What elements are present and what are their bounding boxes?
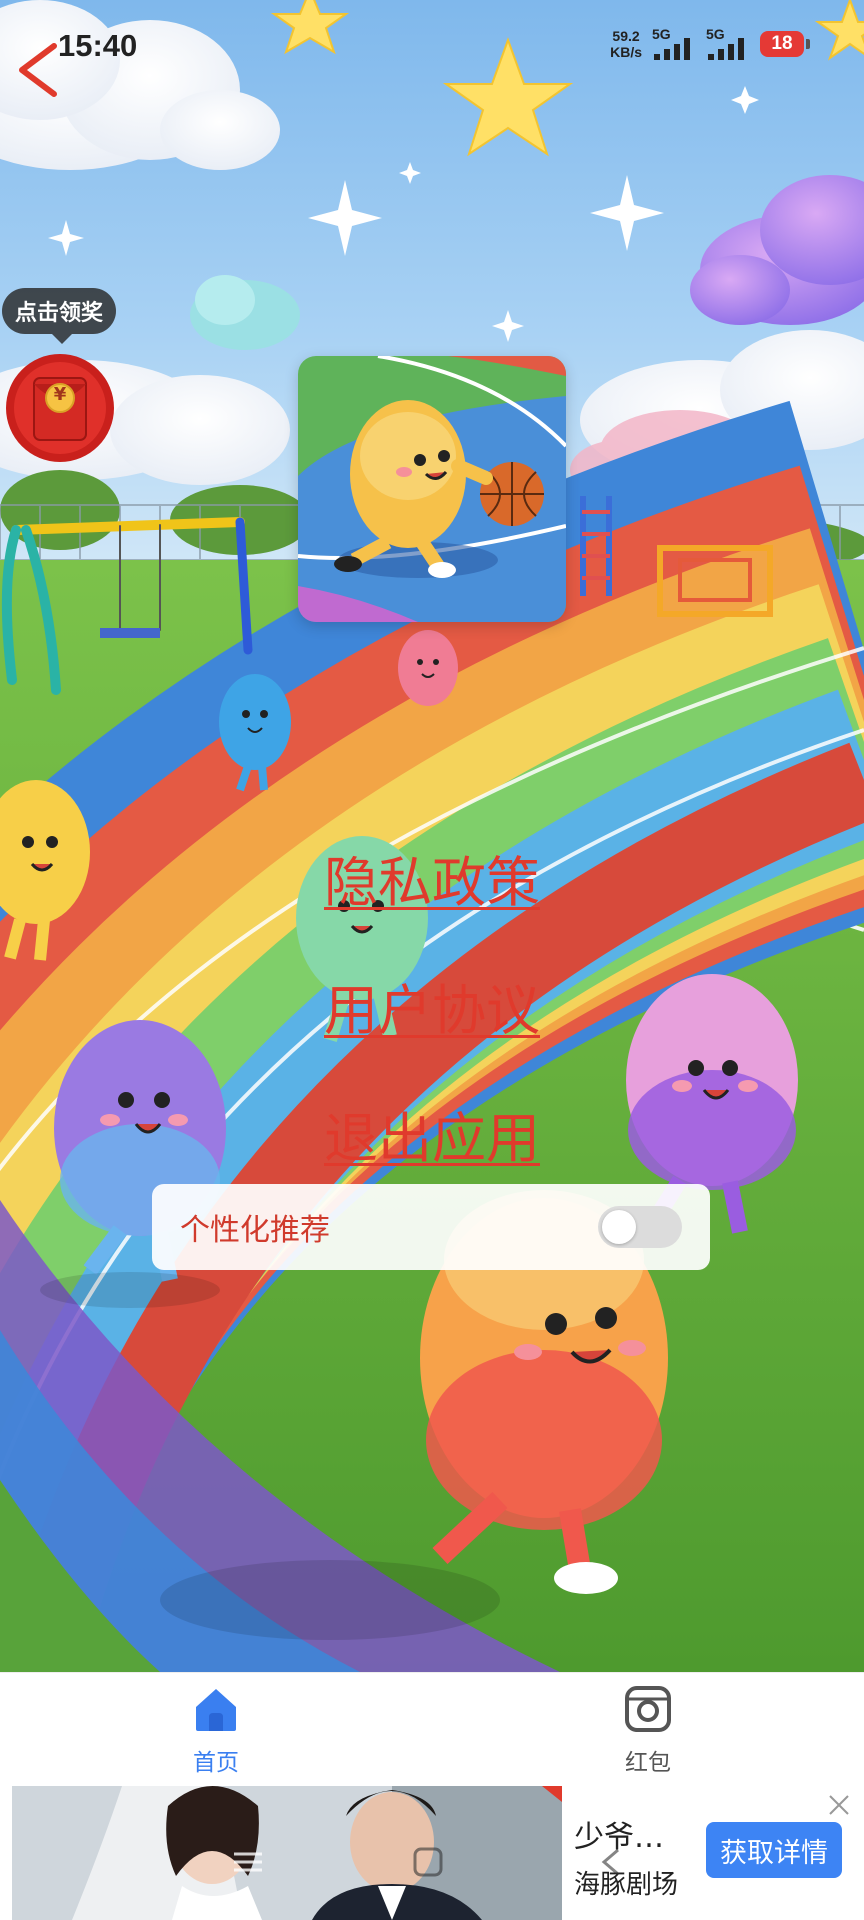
personalized-recommendation-toggle[interactable] bbox=[598, 1206, 682, 1248]
bottom-navigation: 首页 红包 bbox=[0, 1672, 864, 1787]
personalized-recommendation-row: 个性化推荐 bbox=[152, 1184, 710, 1270]
status-time: 15:40 bbox=[58, 28, 138, 63]
camera-icon bbox=[625, 1686, 671, 1732]
user-agreement-link[interactable]: 用户协议 bbox=[0, 966, 864, 1045]
red-envelope-button[interactable]: ¥ bbox=[4, 352, 116, 464]
coin-symbol: ¥ bbox=[53, 384, 67, 405]
tab-red-packet[interactable]: 红包 bbox=[578, 1683, 718, 1783]
reward-tooltip[interactable]: 点击领奖 bbox=[2, 288, 116, 344]
red-envelope-icon bbox=[6, 354, 114, 462]
privacy-policy-link[interactable]: 隐私政策 bbox=[0, 838, 864, 917]
personalized-recommendation-label: 个性化推荐 bbox=[180, 1213, 330, 1248]
close-icon[interactable] bbox=[826, 1792, 852, 1818]
battery-indicator: 18 bbox=[760, 31, 810, 57]
back-nav-icon[interactable] bbox=[596, 1846, 628, 1882]
tab-red-packet-label: 红包 bbox=[625, 1750, 671, 1776]
network-speed-value: 59.2 bbox=[612, 28, 640, 44]
ad-image[interactable] bbox=[12, 1786, 562, 1920]
tab-home-label: 首页 bbox=[193, 1750, 239, 1776]
ad-cta-button[interactable]: 获取详情 bbox=[706, 1822, 842, 1878]
network-speed-unit: KB/s bbox=[610, 44, 642, 60]
back-arrow-icon[interactable] bbox=[14, 38, 64, 102]
status-indicators: 59.2 KB/s 5G 5G 18 bbox=[610, 26, 810, 60]
signal-bars-icon bbox=[654, 38, 690, 60]
signal-bars-icon bbox=[708, 38, 744, 60]
signal-1: 5G bbox=[652, 26, 696, 60]
background-illustration bbox=[0, 0, 864, 1672]
home-icon bbox=[196, 1689, 236, 1731]
tab-home[interactable]: 首页 bbox=[146, 1683, 286, 1783]
toggle-knob bbox=[602, 1210, 636, 1244]
exit-app-link[interactable]: 退出应用 bbox=[0, 1094, 864, 1173]
signal-2: 5G bbox=[706, 26, 750, 60]
app-screen: 15:40 59.2 KB/s 5G 5G 18 点击领奖 ¥ 隐私政策 用户协… bbox=[0, 0, 864, 1920]
network-speed: 59.2 KB/s bbox=[610, 28, 642, 60]
menu-icon[interactable] bbox=[232, 1846, 264, 1882]
game-cover-image bbox=[298, 356, 566, 622]
home-square-icon[interactable] bbox=[412, 1846, 444, 1882]
